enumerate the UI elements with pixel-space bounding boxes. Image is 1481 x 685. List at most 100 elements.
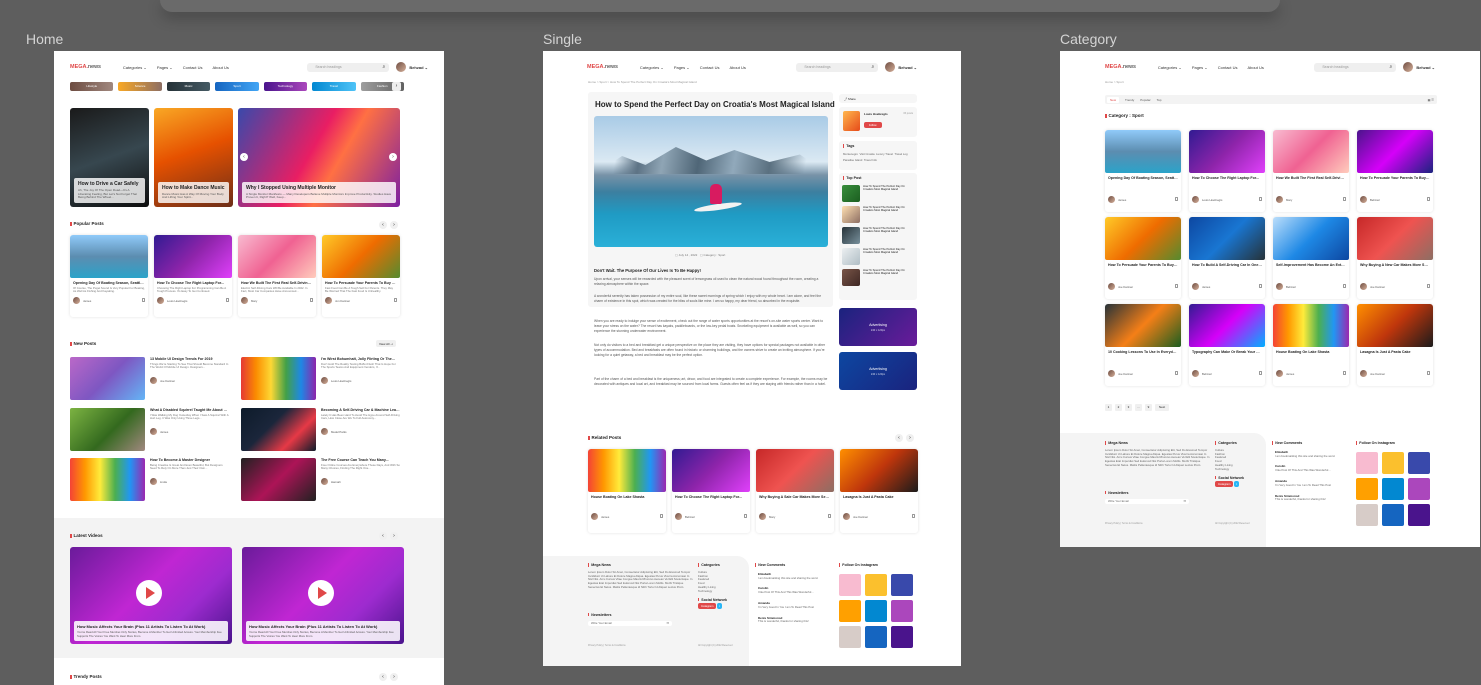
chevron-right-icon[interactable]: › — [389, 153, 397, 161]
advertising-banner[interactable]: Advertising 240 x 120px — [839, 352, 917, 390]
comment[interactable]: Elizabeth I am bookmarking this site and … — [1272, 448, 1350, 461]
post-card[interactable]: How We Built The First Real Self-Driving… — [1273, 130, 1349, 212]
page-link[interactable]: 1 — [1105, 404, 1112, 411]
comment[interactable]: Denis Simmonsd This is wonderful, thanks … — [1272, 492, 1350, 505]
chevron-left-icon[interactable]: ‹ — [895, 434, 903, 442]
share-button[interactable]: ⤴ Share — [839, 94, 917, 103]
search-icon[interactable]: ⌕ — [1390, 64, 1393, 70]
user-menu[interactable]: Behzad ⌄ — [1403, 62, 1435, 72]
instagram-image[interactable] — [839, 626, 861, 648]
post-card[interactable]: How To Choose The Right Laptop For... Be… — [672, 449, 750, 533]
search-icon[interactable]: ⌕ — [383, 64, 386, 70]
nav-about[interactable]: About Us — [729, 65, 745, 70]
chip-sport[interactable]: Sport — [215, 82, 259, 91]
instagram-image[interactable] — [891, 574, 913, 596]
search-input[interactable]: Search headings ⌕ — [1314, 62, 1397, 72]
send-icon[interactable]: ✉ — [667, 621, 669, 626]
comment[interactable]: Amanda I'm Very Good In You I am To Read … — [1272, 477, 1350, 490]
tab-top[interactable]: Top — [1157, 98, 1162, 102]
tag[interactable]: Luxury Travel — [876, 152, 893, 156]
instagram-image[interactable] — [1382, 452, 1404, 474]
instagram-image[interactable] — [1356, 504, 1378, 526]
list-item[interactable]: I'm Wirst Bohumhalt, Jolly Flirting Or T… — [241, 357, 400, 400]
chevron-left-icon[interactable]: ‹ — [379, 221, 387, 229]
search-input[interactable]: Search headings ⌕ — [307, 62, 390, 72]
advertising-banner[interactable]: Advertising 240 x 120px — [839, 308, 917, 346]
chevron-left-icon[interactable]: ‹ — [379, 532, 387, 540]
post-card[interactable]: How To Persuade Your Parents To Buy Fast… — [322, 235, 400, 317]
footer-link[interactable]: Technology — [698, 589, 743, 594]
instagram-image[interactable] — [839, 600, 861, 622]
chip-science[interactable]: Science — [118, 82, 162, 91]
chevron-right-icon[interactable]: › — [390, 673, 398, 681]
tab-popular[interactable]: Popular — [1140, 98, 1150, 102]
instagram-image[interactable] — [891, 626, 913, 648]
list-item[interactable]: The Free Course Can Teach You Many... Fre… — [241, 458, 400, 501]
bookmark-icon[interactable] — [1427, 371, 1430, 375]
chip-lifestyle[interactable]: Lifestyle — [70, 82, 114, 91]
site-logo[interactable]: MEGA.news — [1105, 64, 1136, 70]
twitter-icon[interactable]: t — [1234, 481, 1239, 488]
tag[interactable]: Montenegro — [843, 152, 858, 156]
bookmark-icon[interactable] — [912, 514, 915, 518]
next-page-button[interactable]: Next — [1155, 404, 1169, 411]
bookmark-icon[interactable] — [1175, 197, 1178, 201]
chip-music[interactable]: Music — [166, 82, 211, 91]
nav-about[interactable]: About Us — [212, 65, 228, 70]
hero-card[interactable]: How to Make Dance Music Dance Music Has A… — [154, 108, 233, 207]
newsletter-input[interactable]: Write Your Email ✉ — [588, 620, 672, 627]
list-item[interactable]: How To Spend The Perfect Day On Croatia'… — [839, 267, 917, 288]
post-card[interactable]: Opening Day Of Boating Season, Seattle W… — [70, 235, 148, 317]
list-item[interactable]: Becoming A Self-Driving Car & Machine Le… — [241, 408, 400, 451]
chevron-left-icon[interactable]: ‹ — [379, 673, 387, 681]
post-card[interactable]: How To Build A Self-Driving Car In One M… — [1189, 217, 1265, 299]
tab-trendy[interactable]: Trendy — [1125, 98, 1134, 102]
instagram-image[interactable] — [1408, 504, 1430, 526]
post-card[interactable]: Lasagna Is Just A Pasta Cake Joe Kantner — [1357, 304, 1433, 386]
bookmark-icon[interactable] — [394, 298, 397, 302]
grid-view-icon[interactable]: ▦ ☰ — [1428, 98, 1434, 102]
instagram-image[interactable] — [865, 600, 887, 622]
instagram-image[interactable] — [1356, 478, 1378, 500]
nav-about[interactable]: About Us — [1247, 65, 1263, 70]
bookmark-icon[interactable] — [1259, 371, 1262, 375]
bookmark-icon[interactable] — [1259, 197, 1262, 201]
tag[interactable]: Travel Log — [894, 152, 907, 156]
chevron-right-icon[interactable]: › — [392, 82, 401, 91]
play-icon[interactable] — [308, 580, 334, 606]
list-item[interactable]: How To Become A Master Designer Being Cre… — [70, 458, 229, 501]
chevron-right-icon[interactable]: › — [390, 221, 398, 229]
video-card[interactable]: How Music Affects Your Brain (Plus 11 Ar… — [242, 547, 404, 644]
post-card[interactable]: Typography Can Make Or Break Your Design… — [1189, 304, 1265, 386]
instagram-image[interactable] — [1356, 452, 1378, 474]
list-item[interactable]: How To Spend The Perfect Day On Croatia'… — [839, 183, 917, 204]
newsletter-input[interactable]: Write Your Email ✉ — [1105, 498, 1189, 505]
list-item[interactable]: 13 Mobile UI Design Trends For 2019 Thing… — [70, 357, 229, 400]
page-link[interactable]: 2 — [1115, 404, 1122, 411]
nav-contact[interactable]: Contact Us — [1218, 65, 1238, 70]
bookmark-icon[interactable] — [142, 298, 145, 302]
chevron-right-icon[interactable]: › — [390, 532, 398, 540]
hero-card[interactable]: Why I Stopped Using Multiple Monitor A Si… — [238, 108, 400, 207]
instagram-image[interactable] — [865, 574, 887, 596]
search-icon[interactable]: ⌕ — [872, 64, 875, 70]
list-item[interactable]: How To Spend The Perfect Day On Croatia'… — [839, 225, 917, 246]
comment[interactable]: Denis Simmonsd This is wonderful, thanks … — [755, 614, 833, 627]
user-menu[interactable]: Behzad ⌄ — [885, 62, 917, 72]
bookmark-icon[interactable] — [1427, 197, 1430, 201]
tab-new[interactable]: New — [1107, 96, 1120, 103]
post-card[interactable]: Why Buying A Sale Car Makes More Sense..… — [756, 449, 834, 533]
instagram-image[interactable] — [865, 626, 887, 648]
post-card[interactable]: How To Choose The Right Laptop For... Lou… — [1189, 130, 1265, 212]
bookmark-icon[interactable] — [828, 514, 831, 518]
post-card[interactable]: How To Persuade Your Parents To Buy Fast… — [1357, 130, 1433, 212]
nav-pages[interactable]: Pages ⌄ — [157, 65, 173, 70]
comment[interactable]: Elizabeth I am bookmarking this site and … — [755, 570, 833, 583]
nav-categories[interactable]: Categories ⌄ — [640, 65, 664, 70]
instagram-image[interactable] — [1382, 504, 1404, 526]
nav-categories[interactable]: Categories ⌄ — [1158, 65, 1182, 70]
breadcrumb[interactable]: Home > Sport > How To Spend The Perfect … — [588, 80, 697, 84]
comment[interactable]: Amanda I'm Very Good In You I am To Read … — [755, 599, 833, 612]
list-item[interactable]: How To Spend The Perfect Day On Croatia'… — [839, 246, 917, 267]
bookmark-icon[interactable] — [1343, 284, 1346, 288]
